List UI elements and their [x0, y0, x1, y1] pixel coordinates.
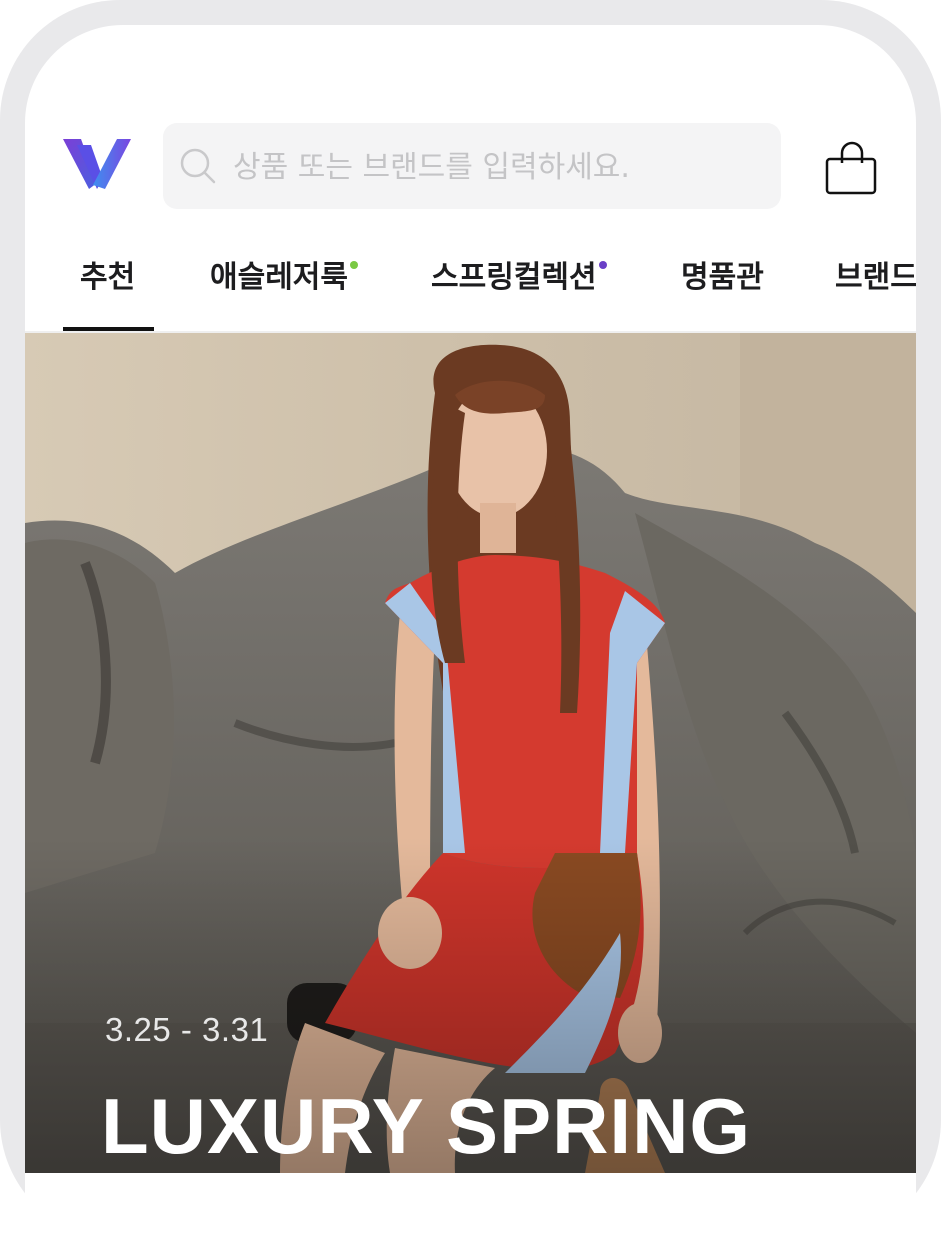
shopping-bag-icon[interactable] [823, 141, 881, 197]
phone-frame: 추천 애슬레저룩 스프링컬렉션 명품관 브랜드 [0, 0, 941, 1240]
new-dot-indicator [598, 261, 607, 269]
hero-banner[interactable]: 3.25 - 3.31 LUXURY SPRING [25, 333, 916, 1173]
tab-label: 브랜드 [835, 260, 916, 295]
w-logo-icon[interactable] [63, 139, 133, 189]
search-bar[interactable] [163, 123, 781, 211]
tab-luxury[interactable]: 명품관 [681, 247, 764, 333]
tab-label: 스프링컬렉션 [431, 260, 597, 295]
tab-brand[interactable]: 브랜드 [835, 247, 916, 333]
app-header [25, 123, 916, 211]
search-input[interactable] [231, 123, 765, 211]
new-dot-indicator [350, 261, 358, 269]
hero-title: LUXURY SPRING [101, 1082, 752, 1170]
hero-date-range: 3.25 - 3.31 [105, 1011, 269, 1048]
tab-athleisure[interactable]: 애슬레저룩 [210, 247, 358, 333]
tab-label: 추천 [80, 260, 136, 295]
category-tabs: 추천 애슬레저룩 스프링컬렉션 명품관 브랜드 [25, 247, 916, 333]
tab-label: 애슬레저룩 [210, 260, 348, 295]
tab-recommended[interactable]: 추천 [80, 247, 135, 333]
search-icon [179, 147, 217, 185]
tab-label: 명품관 [681, 260, 764, 295]
app-screen: 추천 애슬레저룩 스프링컬렉션 명품관 브랜드 [25, 25, 916, 1240]
tab-spring-collection[interactable]: 스프링컬렉션 [431, 247, 607, 333]
